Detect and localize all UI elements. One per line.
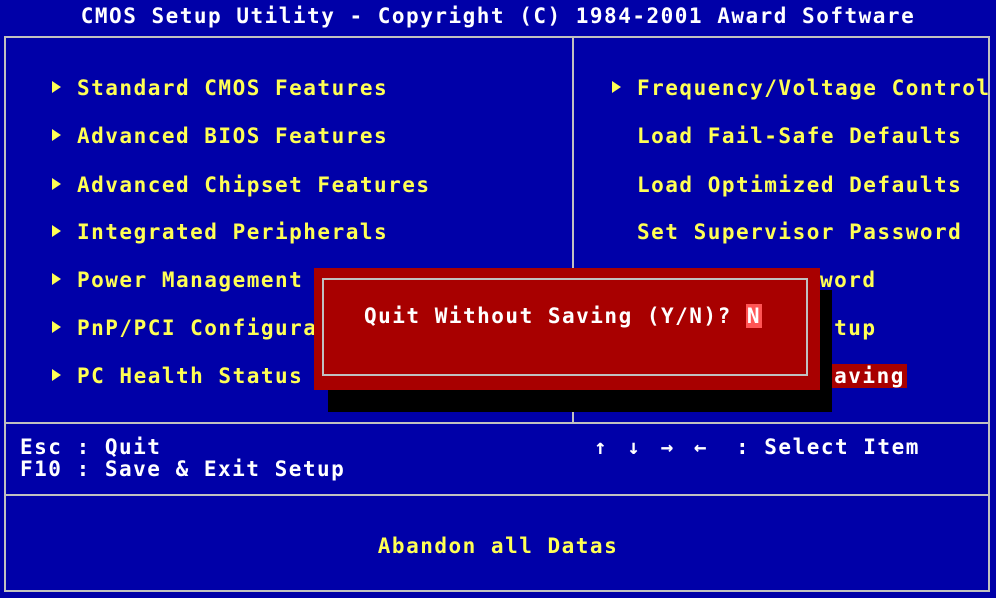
submenu-arrow-icon [52,321,61,333]
status-message: Abandon all Datas [377,534,619,558]
dialog-prompt-line: Quit Without Saving (Y/N)? N [364,302,763,330]
menu-item-label: Load Fail-Safe Defaults [637,124,963,148]
menu-item-advanced-chipset[interactable]: Advanced Chipset Features [52,171,431,199]
help-top-divider [6,422,988,424]
help-arrow-keys-icon: ↑ ↓ → ← [594,435,711,459]
menu-item-label: Advanced BIOS Features [77,124,389,148]
submenu-arrow-icon [52,178,61,190]
quit-confirm-dialog: Quit Without Saving (Y/N)? N [314,268,820,390]
menu-item-label: Standard CMOS Features [77,76,389,100]
submenu-arrow-icon [52,273,61,285]
menu-item-label: Load Optimized Defaults [637,173,963,197]
app-title: CMOS Setup Utility - Copyright (C) 1984-… [80,4,916,28]
menu-item-load-fail-safe[interactable]: Load Fail-Safe Defaults [637,122,962,150]
menu-item-pnp-pci[interactable]: PnP/PCI Configura [52,314,317,342]
menu-item-standard-cmos[interactable]: Standard CMOS Features [52,74,388,102]
menu-item-power-management[interactable]: Power Management [52,266,303,294]
menu-item-label: word [820,268,877,292]
help-f10-save-exit: F10 : Save & Exit Setup [20,457,346,481]
menu-item-label: PnP/PCI Configura [77,316,318,340]
menu-item-load-optimized[interactable]: Load Optimized Defaults [637,171,962,199]
dialog-answer-input[interactable]: N [745,304,763,328]
menu-item-label: Power Management [77,268,304,292]
help-select-item: : Select Item [736,435,920,459]
dialog-prompt: Quit Without Saving (Y/N)? [364,304,732,328]
submenu-arrow-icon [52,129,61,141]
help-esc-quit: Esc : Quit [20,435,162,459]
menu-item-advanced-bios[interactable]: Advanced BIOS Features [52,122,388,150]
menu-item-label: Set Supervisor Password [637,220,963,244]
submenu-arrow-icon [52,225,61,237]
frame-right-border [988,36,990,592]
menu-item-label: Frequency/Voltage Control [637,76,991,100]
menu-item-integrated-peripherals[interactable]: Integrated Peripherals [52,218,388,246]
menu-item-set-supervisor-password[interactable]: Set Supervisor Password [637,218,962,246]
frame-top-border [4,36,990,38]
menu-item-label: PC Health Status [77,364,304,388]
menu-item-label: Advanced Chipset Features [77,173,431,197]
submenu-arrow-icon [52,369,61,381]
status-top-divider [6,494,988,496]
submenu-arrow-icon [52,81,61,93]
frame-bottom-border [4,590,990,592]
menu-item-label: Integrated Peripherals [77,220,389,244]
submenu-arrow-icon [612,81,621,93]
menu-item-frequency-voltage[interactable]: Frequency/Voltage Control [612,74,991,102]
menu-item-pc-health[interactable]: PC Health Status [52,362,303,390]
frame-left-border [4,36,6,592]
